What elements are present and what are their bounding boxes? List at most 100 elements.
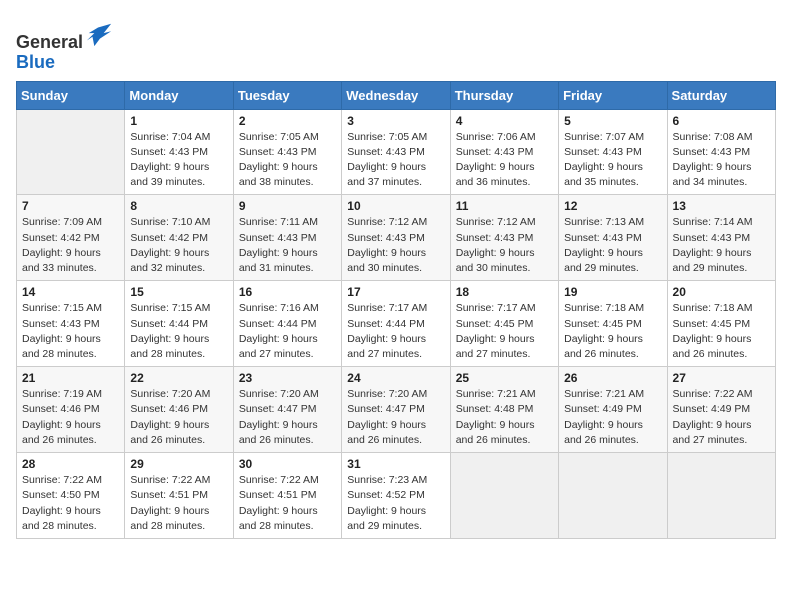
page-container: General Blue SundayMondayTuesdayWednesda… (16, 16, 776, 539)
day-number: 5 (564, 114, 661, 128)
weekday-header-tuesday: Tuesday (233, 81, 341, 109)
day-number: 9 (239, 199, 336, 213)
day-info: Sunrise: 7:21 AMSunset: 4:48 PMDaylight:… (456, 387, 553, 448)
week-row-0: 1 Sunrise: 7:04 AMSunset: 4:43 PMDaylight… (17, 109, 776, 195)
day-info: Sunrise: 7:12 AMSunset: 4:43 PMDaylight:… (347, 215, 444, 276)
day-number: 7 (22, 199, 119, 213)
day-number: 23 (239, 371, 336, 385)
day-info: Sunrise: 7:18 AMSunset: 4:45 PMDaylight:… (673, 301, 770, 362)
day-info: Sunrise: 7:16 AMSunset: 4:44 PMDaylight:… (239, 301, 336, 362)
weekday-header-wednesday: Wednesday (342, 81, 450, 109)
day-info: Sunrise: 7:20 AMSunset: 4:47 PMDaylight:… (239, 387, 336, 448)
day-cell: 19Sunrise: 7:18 AMSunset: 4:45 PMDayligh… (559, 281, 667, 367)
weekday-header-monday: Monday (125, 81, 233, 109)
day-info: Sunrise: 7:14 AMSunset: 4:43 PMDaylight:… (673, 215, 770, 276)
day-cell: 10 Sunrise: 7:12 AMSunset: 4:43 PMDayligh… (342, 195, 450, 281)
day-info: Sunrise: 7:17 AMSunset: 4:44 PMDaylight:… (347, 301, 444, 362)
header: General Blue (16, 16, 776, 73)
day-cell: 28Sunrise: 7:22 AMSunset: 4:50 PMDayligh… (17, 453, 125, 539)
day-info: Sunrise: 7:08 AMSunset: 4:43 PMDaylight:… (673, 130, 770, 191)
day-number: 22 (130, 371, 227, 385)
day-cell: 29Sunrise: 7:22 AMSunset: 4:51 PMDayligh… (125, 453, 233, 539)
day-cell: 23 Sunrise: 7:20 AMSunset: 4:47 PMDayligh… (233, 367, 341, 453)
weekday-header-sunday: Sunday (17, 81, 125, 109)
day-info: Sunrise: 7:22 AMSunset: 4:51 PMDaylight:… (239, 473, 336, 534)
day-cell: 13 Sunrise: 7:14 AMSunset: 4:43 PMDayligh… (667, 195, 775, 281)
day-cell: 17 Sunrise: 7:17 AMSunset: 4:44 PMDayligh… (342, 281, 450, 367)
week-row-2: 14 Sunrise: 7:15 AMSunset: 4:43 PMDayligh… (17, 281, 776, 367)
day-number: 25 (456, 371, 553, 385)
day-cell: 5 Sunrise: 7:07 AMSunset: 4:43 PMDaylight… (559, 109, 667, 195)
logo-bird-icon (85, 20, 113, 48)
day-number: 30 (239, 457, 336, 471)
weekday-header-row: SundayMondayTuesdayWednesdayThursdayFrid… (17, 81, 776, 109)
day-info: Sunrise: 7:05 AMSunset: 4:43 PMDaylight:… (347, 130, 444, 191)
day-info: Sunrise: 7:22 AMSunset: 4:49 PMDaylight:… (673, 387, 770, 448)
logo-blue: Blue (16, 52, 55, 72)
day-cell: 25 Sunrise: 7:21 AMSunset: 4:48 PMDayligh… (450, 367, 558, 453)
week-row-4: 28Sunrise: 7:22 AMSunset: 4:50 PMDayligh… (17, 453, 776, 539)
day-cell: 21Sunrise: 7:19 AMSunset: 4:46 PMDayligh… (17, 367, 125, 453)
day-cell: 20 Sunrise: 7:18 AMSunset: 4:45 PMDayligh… (667, 281, 775, 367)
day-number: 15 (130, 285, 227, 299)
day-number: 6 (673, 114, 770, 128)
day-number: 20 (673, 285, 770, 299)
day-cell: 24 Sunrise: 7:20 AMSunset: 4:47 PMDayligh… (342, 367, 450, 453)
day-cell: 31 Sunrise: 7:23 AMSunset: 4:52 PMDayligh… (342, 453, 450, 539)
day-cell: 22 Sunrise: 7:20 AMSunset: 4:46 PMDayligh… (125, 367, 233, 453)
day-info: Sunrise: 7:19 AMSunset: 4:46 PMDaylight:… (22, 387, 119, 448)
week-row-3: 21Sunrise: 7:19 AMSunset: 4:46 PMDayligh… (17, 367, 776, 453)
day-info: Sunrise: 7:15 AMSunset: 4:44 PMDaylight:… (130, 301, 227, 362)
weekday-header-thursday: Thursday (450, 81, 558, 109)
day-number: 19 (564, 285, 661, 299)
day-info: Sunrise: 7:07 AMSunset: 4:43 PMDaylight:… (564, 130, 661, 191)
day-number: 13 (673, 199, 770, 213)
day-info: Sunrise: 7:04 AMSunset: 4:43 PMDaylight:… (130, 130, 227, 191)
day-info: Sunrise: 7:11 AMSunset: 4:43 PMDaylight:… (239, 215, 336, 276)
day-info: Sunrise: 7:20 AMSunset: 4:46 PMDaylight:… (130, 387, 227, 448)
day-cell: 4Sunrise: 7:06 AMSunset: 4:43 PMDaylight… (450, 109, 558, 195)
day-info: Sunrise: 7:05 AMSunset: 4:43 PMDaylight:… (239, 130, 336, 191)
day-info: Sunrise: 7:17 AMSunset: 4:45 PMDaylight:… (456, 301, 553, 362)
day-number: 12 (564, 199, 661, 213)
day-cell: 1 Sunrise: 7:04 AMSunset: 4:43 PMDaylight… (125, 109, 233, 195)
day-number: 16 (239, 285, 336, 299)
day-cell: 8Sunrise: 7:10 AMSunset: 4:42 PMDaylight… (125, 195, 233, 281)
logo: General Blue (16, 20, 113, 73)
day-cell: 7Sunrise: 7:09 AMSunset: 4:42 PMDaylight… (17, 195, 125, 281)
day-info: Sunrise: 7:21 AMSunset: 4:49 PMDaylight:… (564, 387, 661, 448)
day-cell: 2 Sunrise: 7:05 AMSunset: 4:43 PMDaylight… (233, 109, 341, 195)
day-cell (559, 453, 667, 539)
day-number: 11 (456, 199, 553, 213)
day-info: Sunrise: 7:12 AMSunset: 4:43 PMDaylight:… (456, 215, 553, 276)
calendar-table: SundayMondayTuesdayWednesdayThursdayFrid… (16, 81, 776, 539)
day-info: Sunrise: 7:15 AMSunset: 4:43 PMDaylight:… (22, 301, 119, 362)
day-number: 29 (130, 457, 227, 471)
day-number: 10 (347, 199, 444, 213)
day-cell: 15 Sunrise: 7:15 AMSunset: 4:44 PMDayligh… (125, 281, 233, 367)
day-number: 14 (22, 285, 119, 299)
day-number: 27 (673, 371, 770, 385)
day-cell: 30 Sunrise: 7:22 AMSunset: 4:51 PMDayligh… (233, 453, 341, 539)
day-info: Sunrise: 7:23 AMSunset: 4:52 PMDaylight:… (347, 473, 444, 534)
logo-general: General (16, 32, 83, 52)
day-cell: 27 Sunrise: 7:22 AMSunset: 4:49 PMDayligh… (667, 367, 775, 453)
day-number: 31 (347, 457, 444, 471)
day-number: 3 (347, 114, 444, 128)
day-cell: 11 Sunrise: 7:12 AMSunset: 4:43 PMDayligh… (450, 195, 558, 281)
day-number: 24 (347, 371, 444, 385)
day-cell: 18 Sunrise: 7:17 AMSunset: 4:45 PMDayligh… (450, 281, 558, 367)
day-cell: 9 Sunrise: 7:11 AMSunset: 4:43 PMDaylight… (233, 195, 341, 281)
day-cell: 26Sunrise: 7:21 AMSunset: 4:49 PMDayligh… (559, 367, 667, 453)
day-number: 2 (239, 114, 336, 128)
weekday-header-friday: Friday (559, 81, 667, 109)
day-number: 1 (130, 114, 227, 128)
day-info: Sunrise: 7:20 AMSunset: 4:47 PMDaylight:… (347, 387, 444, 448)
day-info: Sunrise: 7:10 AMSunset: 4:42 PMDaylight:… (130, 215, 227, 276)
day-number: 18 (456, 285, 553, 299)
day-number: 17 (347, 285, 444, 299)
day-cell (450, 453, 558, 539)
day-cell: 6 Sunrise: 7:08 AMSunset: 4:43 PMDaylight… (667, 109, 775, 195)
week-row-1: 7Sunrise: 7:09 AMSunset: 4:42 PMDaylight… (17, 195, 776, 281)
day-cell: 14 Sunrise: 7:15 AMSunset: 4:43 PMDayligh… (17, 281, 125, 367)
